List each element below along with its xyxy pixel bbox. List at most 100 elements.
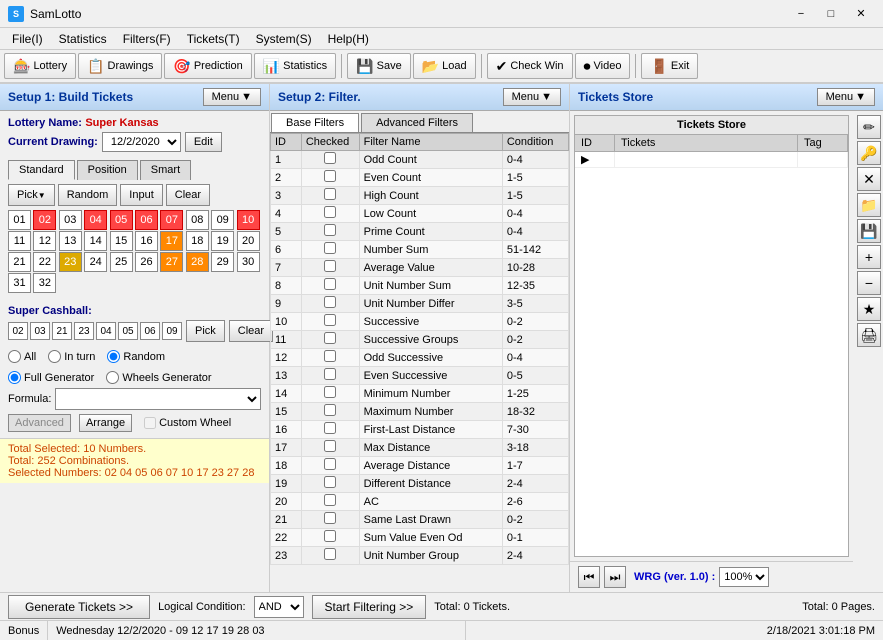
tb-lottery-button[interactable]: 🎰 Lottery [4, 53, 76, 79]
filter-checkbox[interactable] [301, 151, 359, 169]
number-cell-15[interactable]: 15 [110, 231, 133, 251]
menu-help[interactable]: Help(H) [320, 30, 377, 48]
filter-checkbox[interactable] [301, 187, 359, 205]
filter-checkbox[interactable] [301, 169, 359, 187]
number-cell-03[interactable]: 03 [59, 210, 82, 230]
number-cell-04[interactable]: 04 [84, 210, 107, 230]
tb-prediction-button[interactable]: 🎯 Prediction [164, 53, 251, 79]
number-cell-20[interactable]: 20 [237, 231, 260, 251]
random-button[interactable]: Random [58, 184, 118, 206]
menu-statistics[interactable]: Statistics [51, 30, 115, 48]
number-cell-30[interactable]: 30 [237, 252, 260, 272]
filter-tab-base[interactable]: Base Filters [271, 113, 359, 132]
filter-checkbox[interactable] [301, 241, 359, 259]
number-cell-02[interactable]: 02 [33, 210, 56, 230]
number-cell-11[interactable]: 11 [8, 231, 31, 251]
number-cell-22[interactable]: 22 [33, 252, 56, 272]
custom-wheel-option[interactable]: Custom Wheel [144, 417, 231, 429]
menu-file[interactable]: File(I) [4, 30, 51, 48]
cashball-num-09[interactable]: 09 [162, 322, 182, 340]
number-cell-19[interactable]: 19 [211, 231, 234, 251]
formula-select[interactable] [55, 388, 261, 410]
remove-btn[interactable]: − [857, 271, 881, 295]
filter-checkbox[interactable] [301, 547, 359, 565]
menu-system[interactable]: System(S) [248, 30, 320, 48]
filter-checkbox[interactable] [301, 511, 359, 529]
tb-video-button[interactable]: ⏺ Video [575, 53, 631, 79]
filter-checkbox[interactable] [301, 385, 359, 403]
cashball-num-03[interactable]: 03 [30, 322, 50, 340]
close-button[interactable]: ✕ [847, 4, 875, 24]
logical-condition-select[interactable]: AND OR [254, 596, 304, 618]
minimize-button[interactable]: − [787, 4, 815, 24]
filter-checkbox[interactable] [301, 529, 359, 547]
cashball-num-23[interactable]: 23 [74, 322, 94, 340]
tb-statistics-button[interactable]: 📊 Statistics [254, 53, 336, 79]
number-cell-18[interactable]: 18 [186, 231, 209, 251]
filter-checkbox[interactable] [301, 439, 359, 457]
filter-checkbox[interactable] [301, 205, 359, 223]
tb-save-button[interactable]: 💾 Save [347, 53, 411, 79]
edit-drawing-button[interactable]: Edit [185, 132, 222, 152]
filter-checkbox[interactable] [301, 313, 359, 331]
number-cell-09[interactable]: 09 [211, 210, 234, 230]
number-cell-08[interactable]: 08 [186, 210, 209, 230]
number-cell-06[interactable]: 06 [135, 210, 158, 230]
filter-checkbox[interactable] [301, 475, 359, 493]
properties-btn[interactable]: 🔑 [857, 141, 881, 165]
filter-checkbox[interactable] [301, 277, 359, 295]
edit-btn[interactable]: ✏ [857, 115, 881, 139]
input-button[interactable]: Input [120, 184, 162, 206]
add-btn[interactable]: + [857, 245, 881, 269]
pick-button[interactable]: Pick ▼ [8, 184, 55, 206]
cashball-num-21[interactable]: 21 [52, 322, 72, 340]
radio-all[interactable]: All [8, 350, 36, 363]
filter-checkbox[interactable] [301, 259, 359, 277]
advanced-button[interactable]: Advanced [8, 414, 71, 432]
filter-checkbox[interactable] [301, 223, 359, 241]
number-cell-21[interactable]: 21 [8, 252, 31, 272]
number-cell-01[interactable]: 01 [8, 210, 31, 230]
cashball-num-02[interactable]: 02 [8, 322, 28, 340]
number-cell-14[interactable]: 14 [84, 231, 107, 251]
print-btn[interactable]: 🖨 [857, 323, 881, 347]
wheels-gen-option[interactable]: Wheels Generator [106, 371, 211, 384]
filter-checkbox[interactable] [301, 403, 359, 421]
delete-btn[interactable]: ✕ [857, 167, 881, 191]
cashball-clear-button[interactable]: Clear [229, 320, 273, 342]
number-cell-05[interactable]: 05 [110, 210, 133, 230]
arrange-button[interactable]: Arrange [79, 414, 132, 432]
current-drawing-select[interactable]: 12/2/2020 [102, 132, 181, 152]
tb-load-button[interactable]: 📂 Load [413, 53, 476, 79]
tb-checkwin-button[interactable]: ✔ Check Win [487, 53, 573, 79]
filter-checkbox[interactable] [301, 331, 359, 349]
mid-panel-menu-button[interactable]: Menu ▼ [503, 88, 561, 106]
number-cell-32[interactable]: 32 [33, 273, 56, 293]
tb-exit-button[interactable]: 🚪 Exit [641, 53, 698, 79]
save-store-btn[interactable]: 💾 [857, 219, 881, 243]
number-cell-28[interactable]: 28 [186, 252, 209, 272]
generate-tickets-button[interactable]: Generate Tickets >> [8, 595, 150, 619]
cashball-pick-button[interactable]: Pick [186, 320, 225, 342]
cashball-num-05[interactable]: 05 [118, 322, 138, 340]
zoom-select[interactable]: 100% [719, 567, 769, 587]
number-cell-07[interactable]: 07 [160, 210, 183, 230]
left-panel-menu-button[interactable]: Menu ▼ [203, 88, 261, 106]
full-gen-option[interactable]: Full Generator [8, 371, 94, 384]
cashball-num-06[interactable]: 06 [140, 322, 160, 340]
filter-checkbox[interactable] [301, 421, 359, 439]
number-cell-13[interactable]: 13 [59, 231, 82, 251]
filter-checkbox[interactable] [301, 457, 359, 475]
filter-table-scroll[interactable]: ID Checked Filter Name Condition 1 Odd C… [270, 133, 569, 565]
number-cell-31[interactable]: 31 [8, 273, 31, 293]
filter-checkbox[interactable] [301, 295, 359, 313]
cashball-num-04[interactable]: 04 [96, 322, 116, 340]
radio-in-turn[interactable]: In turn [48, 350, 95, 363]
tab-standard[interactable]: Standard [8, 160, 75, 180]
number-cell-23[interactable]: 23 [59, 252, 82, 272]
number-cell-16[interactable]: 16 [135, 231, 158, 251]
number-cell-25[interactable]: 25 [110, 252, 133, 272]
number-cell-27[interactable]: 27 [160, 252, 183, 272]
nav-first-button[interactable]: ⏮ [578, 566, 600, 588]
menu-tickets[interactable]: Tickets(T) [179, 30, 248, 48]
